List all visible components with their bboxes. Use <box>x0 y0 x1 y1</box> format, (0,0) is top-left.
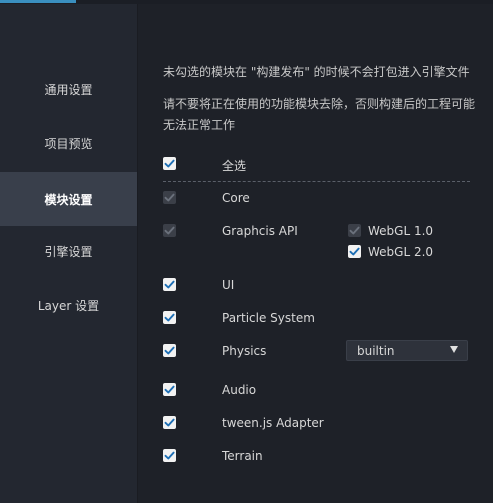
module-label: Particle System <box>222 311 315 325</box>
select-all-checkbox[interactable] <box>163 157 176 170</box>
module-note-packaging: 未勾选的模块在 "构建发布" 的时候不会打包进入引擎文件 <box>163 65 470 79</box>
sidebar-item-label: 引擎设置 <box>44 244 93 259</box>
graphics-api-checkbox <box>163 224 176 237</box>
module-label: Core <box>222 191 250 205</box>
webgl2-checkbox[interactable] <box>348 245 361 258</box>
physics-engine-value: builtin <box>357 344 395 358</box>
active-tab-indicator <box>0 0 76 3</box>
select-all-row: 全选 <box>138 153 493 175</box>
module-label: Audio <box>222 383 257 397</box>
module-label: Graphcis API <box>222 224 298 238</box>
particle-system-checkbox[interactable] <box>163 311 176 324</box>
module-row-audio: Audio <box>138 379 493 401</box>
sidebar-item-general[interactable]: 通用设置 <box>0 62 137 116</box>
module-label: Terrain <box>222 449 263 463</box>
sidebar-item-label: Layer 设置 <box>37 298 100 313</box>
module-note-warning: 请不要将正在使用的功能模块去除，否则构建后的工程可能无法正常工作 <box>163 97 476 132</box>
physics-checkbox[interactable] <box>163 344 176 357</box>
settings-sidebar: 通用设置 项目预览 模块设置 引擎设置 Layer 设置 <box>0 4 137 503</box>
module-row-physics: Physics builtin <box>138 340 493 362</box>
module-label: Physics <box>222 344 267 358</box>
sidebar-item-label: 项目预览 <box>44 136 93 151</box>
webgl2-label: WebGL 2.0 <box>368 245 434 259</box>
physics-engine-select[interactable]: builtin <box>346 340 468 361</box>
webgl1-checkbox <box>348 224 361 237</box>
module-settings-panel: 未勾选的模块在 "构建发布" 的时候不会打包进入引擎文件 请不要将正在使用的功能… <box>137 4 493 503</box>
dashed-divider <box>163 181 470 182</box>
sidebar-item-layer[interactable]: Layer 设置 <box>0 278 137 332</box>
module-label: tween.js Adapter <box>222 416 324 430</box>
sidebar-item-modules[interactable]: 模块设置 <box>0 172 137 226</box>
graphics-api-option-row: WebGL 2.0 <box>138 241 493 263</box>
audio-checkbox[interactable] <box>163 383 176 396</box>
sidebar-item-engine[interactable]: 引擎设置 <box>0 224 137 278</box>
module-row-particle-system: Particle System <box>138 307 493 329</box>
sidebar-item-label: 通用设置 <box>44 82 93 97</box>
module-row-graphics-api: Graphcis API WebGL 1.0 <box>138 220 493 242</box>
webgl1-label: WebGL 1.0 <box>368 224 434 238</box>
select-all-label: 全选 <box>222 159 247 173</box>
tween-checkbox[interactable] <box>163 416 176 429</box>
module-row-terrain: Terrain <box>138 445 493 467</box>
module-label: UI <box>222 278 235 292</box>
module-row-core: Core <box>138 187 493 209</box>
chevron-down-icon <box>450 346 458 353</box>
module-row-ui: UI <box>138 274 493 296</box>
sidebar-item-label: 模块设置 <box>44 192 93 207</box>
module-row-tween: tween.js Adapter <box>138 412 493 434</box>
core-checkbox <box>163 191 176 204</box>
terrain-checkbox[interactable] <box>163 449 176 462</box>
ui-checkbox[interactable] <box>163 278 176 291</box>
sidebar-item-project-preview[interactable]: 项目预览 <box>0 116 137 170</box>
